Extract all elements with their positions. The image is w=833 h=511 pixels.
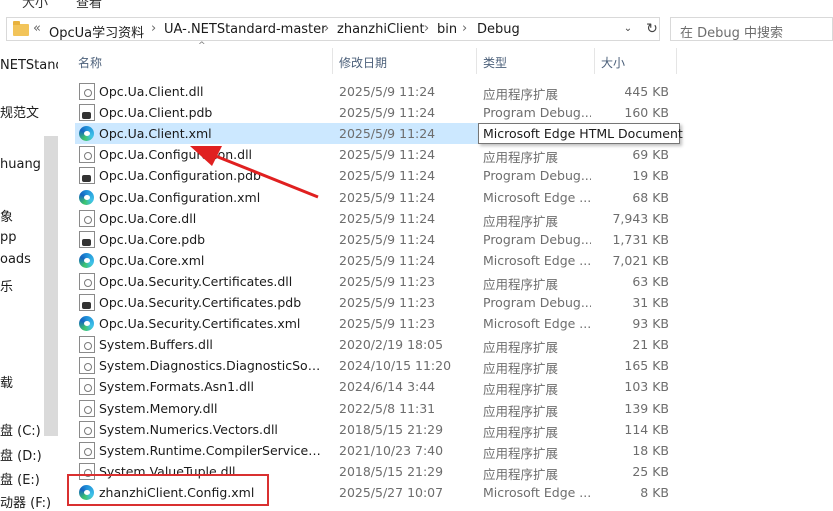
arrow-shaft [207, 151, 319, 199]
annotation-highlight-box [67, 474, 269, 506]
annotation-arrow [190, 146, 319, 199]
